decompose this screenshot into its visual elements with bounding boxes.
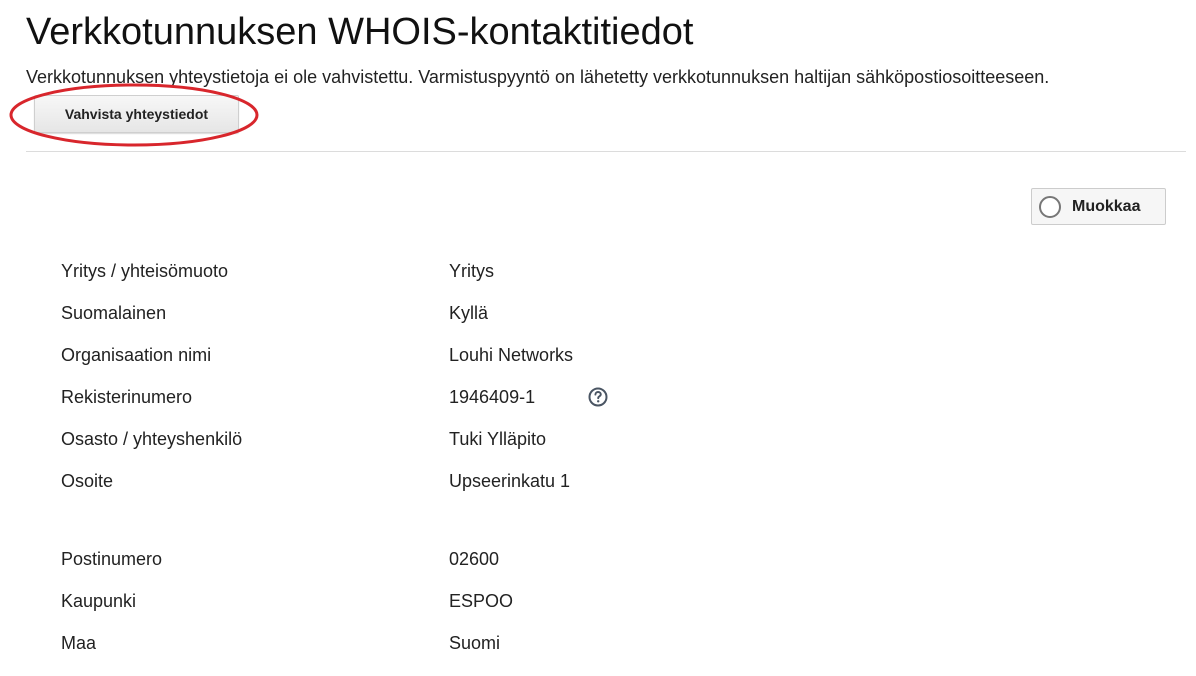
contact-row-registration-number: Rekisterinumero 1946409-1: [61, 376, 761, 418]
contact-value: Upseerinkatu 1: [449, 471, 571, 491]
contact-row-postal-code: Postinumero 02600: [61, 538, 761, 580]
contact-row-organization-name: Organisaation nimi Louhi Networks: [61, 334, 761, 376]
contact-label: Kaupunki: [61, 591, 137, 611]
edit-button-label: Muokkaa: [1072, 197, 1141, 215]
contact-value: Yritys: [449, 261, 494, 281]
contact-value: Suomi: [449, 633, 501, 653]
contact-row-company-type: Yritys / yhteisömuoto Yritys: [61, 250, 761, 292]
contact-value: 02600: [449, 549, 500, 569]
contact-label: Maa: [61, 633, 97, 653]
section-divider: [26, 151, 1186, 152]
contact-label: Yritys / yhteisömuoto: [61, 261, 229, 281]
contact-row-department: Osasto / yhteyshenkilö Tuki Ylläpito: [61, 418, 761, 460]
circle-toggle-icon: [1039, 195, 1061, 218]
contact-value: Louhi Networks: [449, 345, 574, 365]
contact-value: 1946409-1: [449, 387, 536, 407]
contact-label: Suomalainen: [61, 303, 167, 323]
contact-value: Tuki Ylläpito: [449, 429, 547, 449]
contact-value: Kyllä: [449, 303, 489, 323]
contact-row-country: Maa Suomi: [61, 622, 761, 664]
contact-row-city: Kaupunki ESPOO: [61, 580, 761, 622]
question-circle-icon[interactable]: [588, 387, 608, 407]
contact-label: Organisaation nimi: [61, 345, 212, 365]
edit-button[interactable]: Muokkaa: [1031, 188, 1166, 225]
verify-contact-button[interactable]: Vahvista yhteystiedot: [34, 95, 239, 133]
contact-label: Postinumero: [61, 549, 163, 569]
contact-details-table: Yritys / yhteisömuoto Yritys Suomalainen…: [61, 250, 761, 664]
contact-label: Rekisterinumero: [61, 387, 193, 407]
verification-notice: Verkkotunnuksen yhteystietoja ei ole vah…: [26, 67, 1050, 87]
page-title: Verkkotunnuksen WHOIS-kontaktitiedot: [26, 11, 694, 53]
contact-label: Osoite: [61, 471, 114, 491]
contact-row-finnish: Suomalainen Kyllä: [61, 292, 761, 334]
contact-row-spacer: [61, 502, 761, 538]
contact-row-address: Osoite Upseerinkatu 1: [61, 460, 761, 502]
contact-label: Osasto / yhteyshenkilö: [61, 429, 243, 449]
contact-value: ESPOO: [449, 591, 514, 611]
